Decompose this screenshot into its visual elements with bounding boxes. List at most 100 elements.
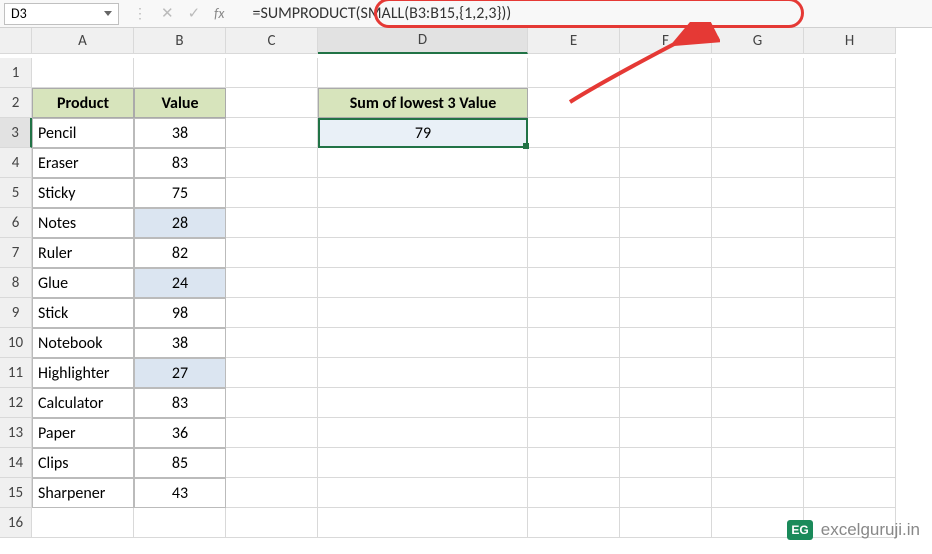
cell[interactable] bbox=[620, 388, 712, 418]
table-row[interactable]: Paper bbox=[32, 418, 134, 448]
formula-input[interactable]: =SUMPRODUCT(SMALL(B3:B15,{1,2,3})) bbox=[249, 0, 932, 27]
cell[interactable] bbox=[712, 58, 804, 88]
table-row[interactable]: 28 bbox=[134, 208, 226, 238]
cell[interactable] bbox=[528, 328, 620, 358]
cell[interactable] bbox=[620, 178, 712, 208]
cell[interactable] bbox=[804, 208, 896, 238]
cell[interactable] bbox=[318, 58, 528, 88]
cell[interactable] bbox=[318, 238, 528, 268]
table-row[interactable]: 83 bbox=[134, 148, 226, 178]
table-row[interactable]: 36 bbox=[134, 418, 226, 448]
table-row[interactable]: 82 bbox=[134, 238, 226, 268]
cell[interactable] bbox=[318, 208, 528, 238]
table-row[interactable]: Clips bbox=[32, 448, 134, 478]
cell[interactable] bbox=[804, 418, 896, 448]
cell[interactable] bbox=[528, 88, 620, 118]
row-header[interactable]: 4 bbox=[0, 148, 32, 178]
cell[interactable] bbox=[620, 148, 712, 178]
cancel-icon[interactable]: ✕ bbox=[161, 4, 174, 23]
cell[interactable] bbox=[226, 148, 318, 178]
cell[interactable] bbox=[318, 508, 528, 538]
cell[interactable] bbox=[226, 388, 318, 418]
result-cell[interactable]: 79 bbox=[318, 118, 528, 148]
table-header-value[interactable]: Value bbox=[134, 88, 226, 118]
row-header[interactable]: 14 bbox=[0, 448, 32, 478]
cell[interactable] bbox=[712, 208, 804, 238]
cell[interactable] bbox=[620, 208, 712, 238]
cell[interactable] bbox=[226, 178, 318, 208]
row-header[interactable]: 1 bbox=[0, 58, 32, 88]
row-header[interactable]: 15 bbox=[0, 478, 32, 508]
cell[interactable] bbox=[620, 358, 712, 388]
table-row[interactable]: Stick bbox=[32, 298, 134, 328]
row-header[interactable]: 6 bbox=[0, 208, 32, 238]
cell[interactable] bbox=[528, 298, 620, 328]
cell[interactable] bbox=[712, 178, 804, 208]
cell[interactable] bbox=[712, 148, 804, 178]
table-row[interactable]: 24 bbox=[134, 268, 226, 298]
cell[interactable] bbox=[804, 118, 896, 148]
table-row[interactable]: Glue bbox=[32, 268, 134, 298]
cell[interactable] bbox=[804, 298, 896, 328]
cell[interactable] bbox=[804, 358, 896, 388]
cell[interactable] bbox=[528, 118, 620, 148]
row-header[interactable]: 10 bbox=[0, 328, 32, 358]
cell[interactable] bbox=[620, 328, 712, 358]
cell[interactable] bbox=[318, 178, 528, 208]
cell[interactable] bbox=[712, 238, 804, 268]
cell[interactable] bbox=[226, 358, 318, 388]
row-header[interactable]: 9 bbox=[0, 298, 32, 328]
cell[interactable] bbox=[804, 178, 896, 208]
col-header-D[interactable]: D bbox=[318, 28, 528, 54]
table-row[interactable]: 83 bbox=[134, 388, 226, 418]
cell[interactable] bbox=[226, 448, 318, 478]
cell[interactable] bbox=[528, 148, 620, 178]
table-row[interactable]: Pencil bbox=[32, 118, 134, 148]
col-header-H[interactable]: H bbox=[804, 28, 896, 54]
cell[interactable] bbox=[226, 88, 318, 118]
cell[interactable] bbox=[712, 88, 804, 118]
cell[interactable] bbox=[712, 418, 804, 448]
cell[interactable] bbox=[528, 178, 620, 208]
cell[interactable] bbox=[318, 448, 528, 478]
result-header[interactable]: Sum of lowest 3 Value bbox=[318, 88, 528, 118]
cell[interactable] bbox=[804, 328, 896, 358]
spreadsheet-grid[interactable]: A B C D E F G H 1 2 Product Value Sum of… bbox=[0, 28, 932, 538]
cell[interactable] bbox=[318, 478, 528, 508]
cell[interactable] bbox=[528, 418, 620, 448]
table-row[interactable]: Sticky bbox=[32, 178, 134, 208]
cell[interactable] bbox=[226, 58, 318, 88]
cell[interactable] bbox=[804, 238, 896, 268]
cell[interactable] bbox=[318, 358, 528, 388]
cell[interactable] bbox=[804, 268, 896, 298]
cell[interactable] bbox=[804, 88, 896, 118]
cell[interactable] bbox=[528, 58, 620, 88]
table-row[interactable]: Ruler bbox=[32, 238, 134, 268]
cell[interactable] bbox=[226, 268, 318, 298]
cell[interactable] bbox=[712, 478, 804, 508]
row-header[interactable]: 2 bbox=[0, 88, 32, 118]
table-row[interactable]: Sharpener bbox=[32, 478, 134, 508]
cell[interactable] bbox=[620, 418, 712, 448]
cell[interactable] bbox=[620, 238, 712, 268]
menu-dots-icon[interactable]: ⋮ bbox=[133, 5, 147, 22]
col-header-A[interactable]: A bbox=[32, 28, 134, 54]
cell[interactable] bbox=[620, 88, 712, 118]
table-row[interactable]: 38 bbox=[134, 328, 226, 358]
table-row[interactable]: Highlighter bbox=[32, 358, 134, 388]
table-row[interactable]: Calculator bbox=[32, 388, 134, 418]
cell[interactable] bbox=[528, 238, 620, 268]
cell[interactable] bbox=[804, 388, 896, 418]
col-header-F[interactable]: F bbox=[620, 28, 712, 54]
fx-icon[interactable]: fx bbox=[214, 5, 234, 22]
table-row[interactable]: Eraser bbox=[32, 148, 134, 178]
row-header[interactable]: 5 bbox=[0, 178, 32, 208]
cell[interactable] bbox=[318, 388, 528, 418]
cell[interactable] bbox=[712, 328, 804, 358]
row-header[interactable]: 13 bbox=[0, 418, 32, 448]
cell[interactable] bbox=[528, 388, 620, 418]
cell[interactable] bbox=[712, 388, 804, 418]
dropdown-icon[interactable] bbox=[104, 11, 112, 16]
cell[interactable] bbox=[528, 358, 620, 388]
cell[interactable] bbox=[528, 478, 620, 508]
